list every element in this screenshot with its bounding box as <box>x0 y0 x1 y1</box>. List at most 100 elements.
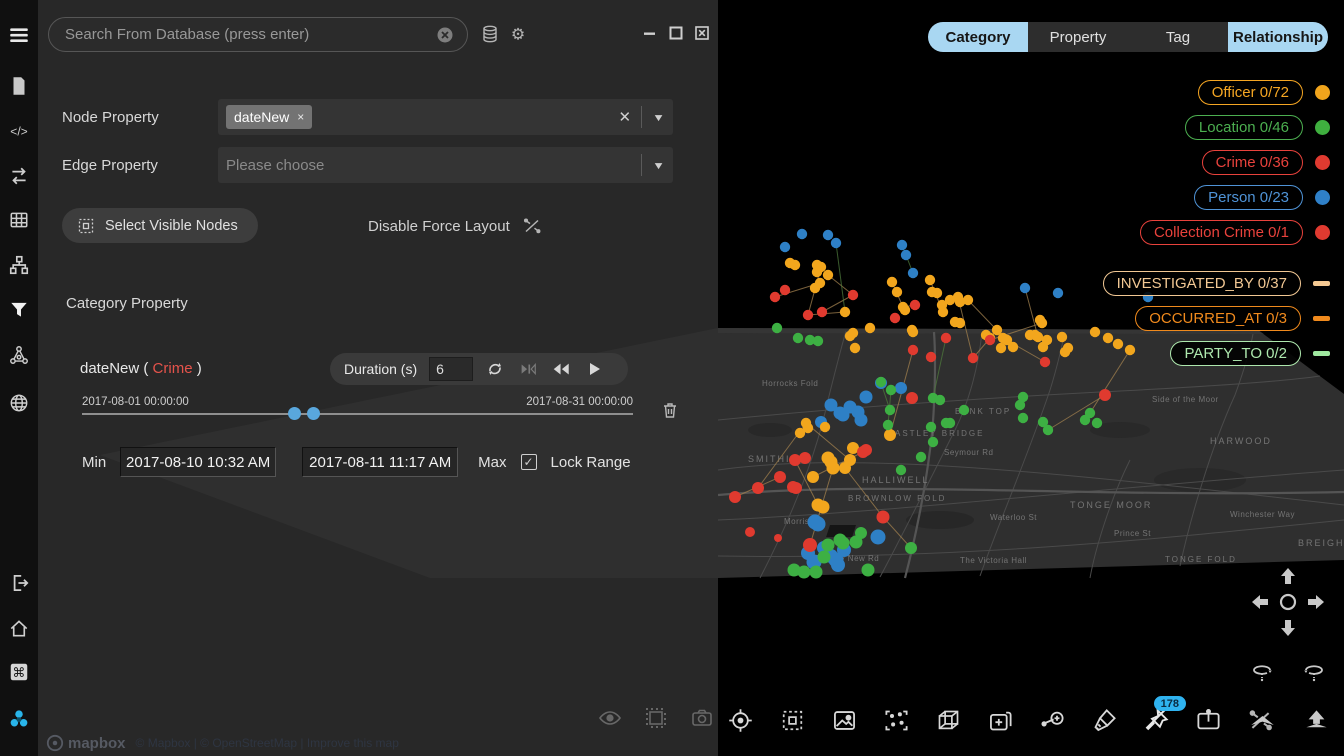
graph-node[interactable] <box>941 333 951 343</box>
graph-node[interactable] <box>945 418 955 428</box>
graph-node[interactable] <box>1099 389 1111 401</box>
sidebar-home-icon[interactable] <box>7 616 31 640</box>
attribution-text[interactable]: © Mapbox | © OpenStreetMap | Improve thi… <box>136 736 399 750</box>
graph-node[interactable] <box>812 267 822 277</box>
tab-relationship[interactable]: Relationship <box>1228 22 1328 52</box>
graph-node[interactable] <box>850 343 860 353</box>
pan-center-button[interactable] <box>1276 590 1300 614</box>
graph-node[interactable] <box>896 465 906 475</box>
pin-off-button[interactable]: 178 <box>1138 702 1174 738</box>
pan-down-button[interactable] <box>1276 614 1300 638</box>
tab-tag[interactable]: Tag <box>1128 22 1228 52</box>
node-property-select[interactable]: dateNew × ✕ ▼ <box>218 99 673 135</box>
scatter-button[interactable] <box>878 702 914 738</box>
sidebar-exit-icon[interactable] <box>7 571 31 595</box>
graph-node[interactable] <box>968 353 978 363</box>
graph-node[interactable] <box>810 566 823 579</box>
graph-node[interactable] <box>1040 357 1050 367</box>
select-region-button[interactable] <box>774 702 810 738</box>
play-icon[interactable] <box>584 359 604 379</box>
graph-node[interactable] <box>883 420 893 430</box>
graph-node[interactable] <box>772 323 782 333</box>
graph-node[interactable] <box>938 307 948 317</box>
graph-node[interactable] <box>745 527 755 537</box>
legend-category[interactable]: Crime 0/36 <box>1202 150 1330 175</box>
graph-node[interactable] <box>1090 327 1100 337</box>
eye-icon[interactable] <box>598 706 622 730</box>
chevron-down-icon[interactable]: ▼ <box>652 159 665 171</box>
graph-node[interactable] <box>901 250 911 260</box>
loop-icon[interactable] <box>485 359 505 379</box>
graph-node[interactable] <box>798 566 811 579</box>
graph-node[interactable] <box>837 537 850 550</box>
graph-node[interactable] <box>916 452 926 462</box>
graph-node[interactable] <box>887 277 897 287</box>
time-slider-handle-min[interactable] <box>288 407 301 420</box>
search-input[interactable] <box>65 26 435 43</box>
graph-node[interactable] <box>780 285 790 295</box>
sidebar-swap-icon[interactable] <box>7 164 31 188</box>
raise-button[interactable] <box>1298 702 1334 738</box>
graph-node[interactable] <box>996 343 1006 353</box>
graph-node[interactable] <box>815 278 825 288</box>
pan-up-button[interactable] <box>1276 566 1300 590</box>
lock-range-checkbox[interactable]: ✓ <box>521 454 537 470</box>
graph-node[interactable] <box>729 491 741 503</box>
camera-icon[interactable] <box>690 706 714 730</box>
rewind-icon[interactable] <box>551 359 571 379</box>
graph-node[interactable] <box>780 242 790 252</box>
graph-node[interactable] <box>1008 342 1018 352</box>
sidebar-menu-icon[interactable] <box>7 23 31 47</box>
locate-button[interactable] <box>722 702 758 738</box>
graph-node[interactable] <box>848 290 858 300</box>
legend-relationship[interactable]: PARTY_TO 0/2 <box>1170 341 1330 366</box>
close-icon[interactable] <box>694 25 710 41</box>
graph-node[interactable] <box>886 385 896 395</box>
graph-node[interactable] <box>844 454 856 466</box>
graph-node[interactable] <box>845 331 855 341</box>
chevron-down-icon[interactable]: ▼ <box>652 111 665 123</box>
graph-node[interactable] <box>752 482 764 494</box>
graph-node[interactable] <box>906 392 918 404</box>
graph-node[interactable] <box>1018 413 1028 423</box>
graph-node[interactable] <box>925 275 935 285</box>
graph-node[interactable] <box>789 454 801 466</box>
graph-node[interactable] <box>803 423 813 433</box>
legend-relationship[interactable]: OCCURRED_AT 0/3 <box>1135 306 1330 331</box>
settings-icon[interactable]: ⚙ <box>508 24 528 44</box>
graph-node[interactable] <box>803 538 817 552</box>
sidebar-document-icon[interactable] <box>7 74 31 98</box>
clear-search-icon[interactable] <box>435 25 455 45</box>
graph-node[interactable] <box>790 482 802 494</box>
graph-node[interactable] <box>803 310 813 320</box>
graph-node[interactable] <box>908 327 918 337</box>
graph-node[interactable] <box>895 382 907 394</box>
min-date-input[interactable] <box>120 447 276 477</box>
graph-node[interactable] <box>862 564 875 577</box>
graph-node[interactable] <box>822 539 835 552</box>
graph-node[interactable] <box>823 270 833 280</box>
legend-category[interactable]: Collection Crime 0/1 <box>1140 220 1330 245</box>
graph-node[interactable] <box>807 471 819 483</box>
graph-node[interactable] <box>935 395 945 405</box>
time-slider-track[interactable] <box>82 413 633 415</box>
sidebar-graph-icon[interactable] <box>7 343 31 367</box>
graph-node[interactable] <box>770 292 780 302</box>
graph-node[interactable] <box>959 405 969 415</box>
graph-node[interactable] <box>865 323 875 333</box>
graph-node[interactable] <box>897 240 907 250</box>
dashed-square-icon[interactable] <box>644 706 668 730</box>
graph-node[interactable] <box>817 307 827 317</box>
select-visible-nodes-button[interactable]: Select Visible Nodes <box>62 208 258 243</box>
graph-node[interactable] <box>811 517 826 532</box>
graph-node[interactable] <box>774 534 782 542</box>
sidebar-table-icon[interactable] <box>7 208 31 232</box>
graph-node[interactable] <box>963 295 973 305</box>
trash-icon[interactable] <box>660 400 680 420</box>
graph-node[interactable] <box>774 471 786 483</box>
max-date-input[interactable] <box>302 447 458 477</box>
sidebar-globe-icon[interactable] <box>7 391 31 415</box>
graph-node[interactable] <box>955 318 965 328</box>
brush-button[interactable] <box>1086 702 1122 738</box>
graph-node[interactable] <box>905 542 917 554</box>
